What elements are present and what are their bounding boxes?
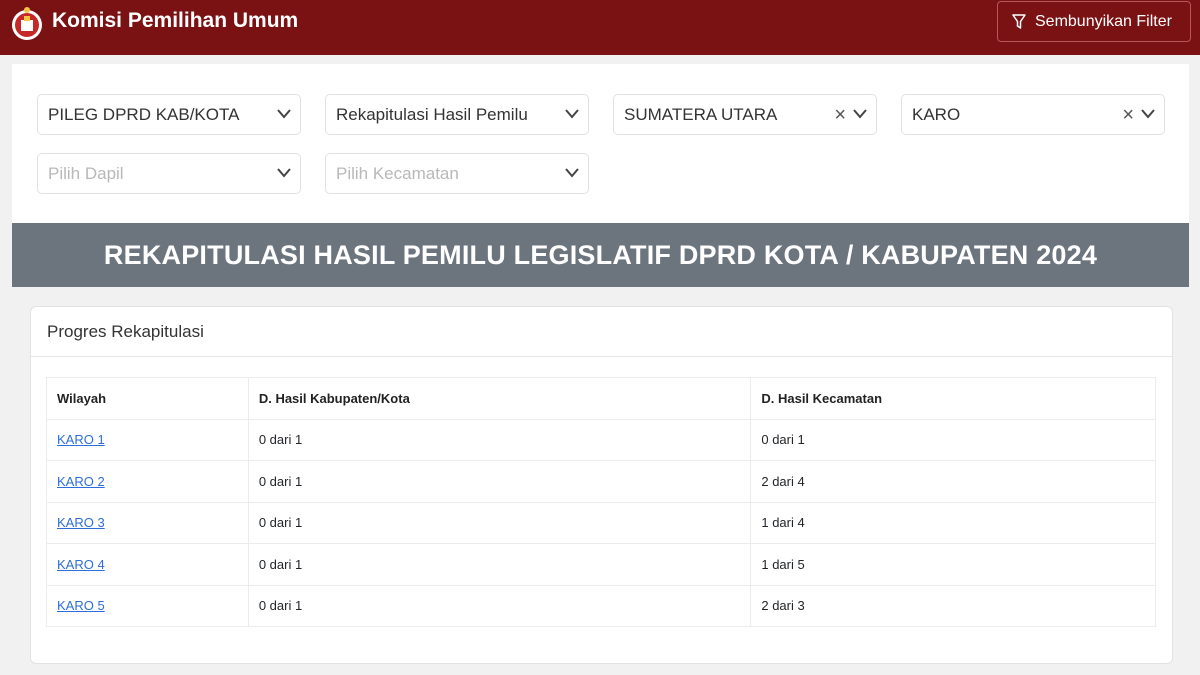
progress-card: Progres Rekapitulasi Wilayah D. Hasil Ka…: [30, 306, 1173, 664]
progress-table: Wilayah D. Hasil Kabupaten/Kota D. Hasil…: [46, 377, 1156, 627]
province-select[interactable]: SUMATERA UTARA ×: [613, 94, 877, 135]
column-header-kabupaten: D. Hasil Kabupaten/Kota: [247, 377, 752, 420]
clear-x-icon[interactable]: ×: [834, 105, 846, 125]
wilayah-link-karo-5[interactable]: KARO 5: [57, 598, 105, 613]
chevron-down-icon[interactable]: [1140, 108, 1156, 120]
kabupaten-progress-cell: 0 dari 1: [247, 460, 752, 503]
kabupaten-progress-cell: 0 dari 1: [247, 584, 752, 627]
election-type-value: PILEG DPRD KAB/KOTA: [48, 104, 240, 124]
hide-filter-button[interactable]: Sembunyikan Filter: [997, 1, 1191, 42]
app-title: Komisi Pemilihan Umum: [52, 9, 299, 32]
wilayah-cell: KARO 1: [46, 418, 249, 461]
chevron-down-icon[interactable]: [852, 108, 868, 120]
funnel-icon: [1012, 13, 1026, 29]
progress-card-title: Progres Rekapitulasi: [31, 307, 1172, 357]
kecamatan-select[interactable]: Pilih Kecamatan: [325, 153, 589, 194]
chevron-down-icon[interactable]: [564, 167, 580, 179]
dapil-placeholder: Pilih Dapil: [48, 163, 124, 183]
chevron-down-icon[interactable]: [564, 108, 580, 120]
table-row: KARO 1 0 dari 1 0 dari 1: [46, 418, 1156, 461]
wilayah-link-karo-2[interactable]: KARO 2: [57, 474, 105, 489]
kpu-logo: [12, 7, 42, 40]
kecamatan-progress-cell: 1 dari 5: [750, 543, 1156, 586]
filter-panel: PILEG DPRD KAB/KOTA Rekapitulasi Hasil P…: [12, 64, 1189, 224]
kabupaten-progress-cell: 0 dari 1: [247, 501, 752, 544]
wilayah-cell: KARO 2: [46, 460, 249, 503]
table-row: KARO 2 0 dari 1 2 dari 4: [46, 460, 1156, 503]
column-header-wilayah: Wilayah: [46, 377, 249, 420]
table-row: KARO 5 0 dari 1 2 dari 3: [46, 584, 1156, 627]
kecamatan-progress-cell: 1 dari 4: [750, 501, 1156, 544]
report-type-select[interactable]: Rekapitulasi Hasil Pemilu: [325, 94, 589, 135]
table-header-row: Wilayah D. Hasil Kabupaten/Kota D. Hasil…: [46, 377, 1156, 420]
column-header-kecamatan: D. Hasil Kecamatan: [750, 377, 1156, 420]
top-navbar: Komisi Pemilihan Umum Sembunyikan Filter: [0, 0, 1200, 55]
wilayah-cell: KARO 5: [46, 584, 249, 627]
chevron-down-icon[interactable]: [276, 167, 292, 179]
clear-x-icon[interactable]: ×: [1122, 105, 1134, 125]
table-row: KARO 4 0 dari 1 1 dari 5: [46, 543, 1156, 586]
table-row: KARO 3 0 dari 1 1 dari 4: [46, 501, 1156, 544]
kecamatan-placeholder: Pilih Kecamatan: [336, 163, 459, 183]
chevron-down-icon[interactable]: [276, 108, 292, 120]
page-title-banner: REKAPITULASI HASIL PEMILU LEGISLATIF DPR…: [12, 223, 1189, 287]
wilayah-link-karo-1[interactable]: KARO 1: [57, 432, 105, 447]
wilayah-cell: KARO 4: [46, 543, 249, 586]
election-type-select[interactable]: PILEG DPRD KAB/KOTA: [37, 94, 301, 135]
kecamatan-progress-cell: 2 dari 4: [750, 460, 1156, 503]
dapil-select[interactable]: Pilih Dapil: [37, 153, 301, 194]
kabupaten-progress-cell: 0 dari 1: [247, 543, 752, 586]
kecamatan-progress-cell: 2 dari 3: [750, 584, 1156, 627]
regency-select[interactable]: KARO ×: [901, 94, 1165, 135]
report-type-value: Rekapitulasi Hasil Pemilu: [336, 104, 528, 124]
wilayah-link-karo-4[interactable]: KARO 4: [57, 557, 105, 572]
kabupaten-progress-cell: 0 dari 1: [247, 418, 752, 461]
page-title: REKAPITULASI HASIL PEMILU LEGISLATIF DPR…: [103, 239, 1098, 270]
wilayah-link-karo-3[interactable]: KARO 3: [57, 515, 105, 530]
hide-filter-label: Sembunyikan Filter: [1035, 12, 1172, 30]
wilayah-cell: KARO 3: [46, 501, 249, 544]
kecamatan-progress-cell: 0 dari 1: [750, 418, 1156, 461]
